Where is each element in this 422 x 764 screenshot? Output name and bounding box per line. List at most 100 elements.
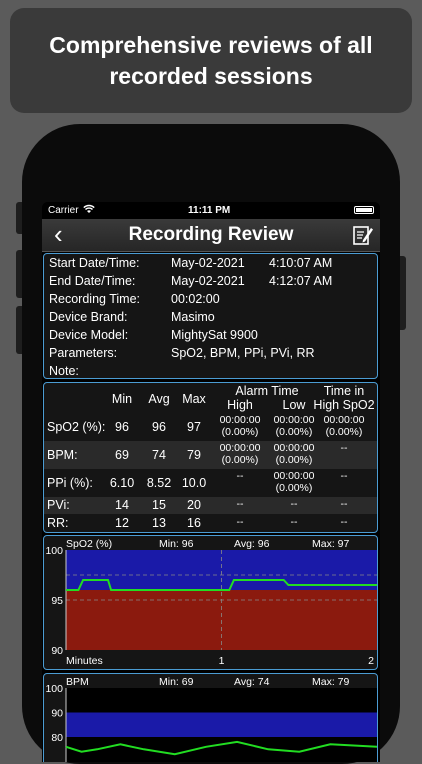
stat-alarm-low-pct: (0.00%)	[275, 426, 313, 438]
stat-alarm-low-pct: (0.00%)	[275, 482, 313, 494]
phone-mute-switch	[16, 202, 22, 234]
chart-max-label: Max: 97	[312, 538, 350, 550]
stat-min: 12	[115, 516, 129, 530]
stats-row: SpO2 (%): 96 96 97 00:00:00 (0.00%) 00:00:00 (0…	[44, 413, 377, 441]
col-min: Min	[111, 392, 133, 406]
chart-avg-label: Avg: 74	[234, 676, 270, 688]
info-key: Start Date/Time:	[49, 256, 140, 270]
alarm-band	[66, 712, 377, 737]
chart-max-label: Max: 79	[312, 676, 350, 688]
info-time: 4:12:07 AM	[269, 274, 333, 288]
col-alarm-time: Alarm Time	[235, 384, 299, 398]
carrier-label: Carrier	[48, 205, 79, 216]
col-avg: Avg	[148, 392, 170, 406]
promo-banner: Comprehensive reviews of all recorded se…	[10, 8, 412, 113]
stat-max: 79	[187, 448, 201, 462]
phone-volume-up	[16, 250, 22, 298]
stat-time-in-high-value: --	[340, 516, 348, 528]
stat-alarm-high-value: --	[236, 470, 244, 482]
stat-alarm-high: --	[212, 498, 268, 510]
stats-label: RR:	[47, 516, 69, 530]
wifi-icon	[83, 204, 95, 217]
stat-alarm-high: --	[212, 516, 268, 528]
app-screen: Carrier 11:11 PM ‹ Recording Review Star…	[42, 202, 380, 762]
stat-max: 10.0	[181, 476, 207, 490]
status-bar: Carrier 11:11 PM	[42, 202, 380, 219]
stats-table: Min Avg Max Alarm Time High Low Time in …	[43, 382, 378, 533]
stat-avg: 8.52	[146, 476, 172, 490]
info-key: Recording Time:	[49, 292, 141, 306]
info-value: MightySat 9900	[171, 328, 258, 342]
info-key: End Date/Time:	[49, 274, 136, 288]
info-key: Note:	[49, 364, 79, 378]
battery-icon	[354, 206, 374, 214]
x-tick-label: 1	[219, 655, 225, 667]
y-tick-label: 80	[51, 732, 63, 744]
stat-alarm-high: 00:00:00 (0.00%)	[212, 414, 268, 438]
y-tick-label: 100	[45, 545, 63, 557]
session-info-panel: Start Date/Time: May-02-2021 4:10:07 AM End…	[43, 253, 378, 379]
stat-alarm-high-pct: (0.00%)	[221, 454, 259, 466]
stat-min: 96	[115, 420, 129, 434]
y-tick-label: 90	[51, 708, 63, 720]
bpm-chart: 100 90 80 BPM Min: 69 Avg: 74 Max: 79	[43, 673, 378, 762]
stats-label: SpO2 (%):	[47, 420, 106, 434]
stat-max: 20	[187, 498, 201, 512]
stat-alarm-high-pct: (0.00%)	[221, 426, 259, 438]
stat-min: 14	[115, 498, 129, 512]
chart-min-label: Min: 69	[159, 676, 194, 688]
stat-max: 97	[187, 420, 201, 434]
stat-avg: 74	[152, 448, 166, 462]
stats-row: PVi: 14 15 20 -- -- --	[44, 497, 377, 514]
edit-note-icon[interactable]	[352, 224, 374, 246]
stat-min: 69	[115, 448, 129, 462]
stat-time-in-high-value: --	[340, 470, 348, 482]
stat-time-in-high: --	[308, 442, 377, 454]
chart-avg-label: Avg: 96	[234, 538, 270, 550]
stat-avg: 96	[152, 420, 166, 434]
x-axis-label: Minutes	[66, 655, 103, 667]
stat-time-in-high: --	[308, 470, 377, 482]
stat-alarm-high-value: 00:00:00	[219, 442, 261, 454]
phone-power-button	[400, 256, 406, 330]
col-alarm-high: High	[227, 398, 253, 412]
status-time: 11:11 PM	[188, 205, 231, 216]
stat-alarm-high-value: 00:00:00	[219, 414, 261, 426]
y-tick-label: 100	[45, 683, 63, 695]
stat-min: 6.10	[109, 476, 135, 490]
info-value: Masimo	[171, 310, 215, 324]
stat-alarm-high: --	[212, 470, 268, 482]
stat-alarm-low-pct: (0.00%)	[275, 454, 313, 466]
stat-time-in-high-value: --	[340, 442, 348, 454]
stat-time-in-high: --	[308, 516, 377, 528]
chart-title: SpO2 (%)	[66, 538, 112, 550]
col-time-in: Time in	[323, 384, 365, 398]
spo2-chart-svg: 100 95 90 SpO2 (%) Min: 96 Avg: 96 Max: 97 Minu…	[45, 538, 377, 667]
nav-bar: ‹ Recording Review	[42, 219, 380, 252]
info-key: Device Model:	[49, 328, 129, 342]
banner-text: Comprehensive reviews of all recorded se…	[49, 31, 373, 89]
stat-alarm-low-value: --	[290, 516, 298, 528]
info-value: SpO2, BPM, PPi, PVi, RR	[171, 346, 315, 360]
phone-volume-down	[16, 306, 22, 354]
chart-title: BPM	[66, 676, 89, 688]
info-value: May-02-2021	[171, 256, 245, 270]
stat-alarm-high-value: --	[236, 498, 244, 510]
stats-row: PPi (%): 6.10 8.52 10.0 -- 00:00:00 (0.00%) --	[44, 469, 377, 497]
stats-label: PVi:	[47, 498, 70, 512]
stats-row: BPM: 69 74 79 00:00:00 (0.00%) 00:00:00 (0.00%)…	[44, 441, 377, 469]
stats-label: PPi (%):	[47, 476, 93, 490]
info-key: Parameters:	[49, 346, 118, 360]
stat-time-in-high: --	[308, 498, 377, 510]
stat-max: 16	[187, 516, 201, 530]
stats-row: RR: 12 13 16 -- -- --	[44, 514, 377, 532]
info-value: 00:02:00	[171, 292, 220, 306]
stat-time-in-high-value: --	[340, 498, 348, 510]
col-max: Max	[182, 392, 206, 406]
stat-avg: 15	[152, 498, 166, 512]
page-title: Recording Review	[128, 224, 294, 245]
stat-time-in-high-value: 00:00:00	[323, 414, 365, 426]
stat-alarm-low-value: --	[290, 498, 298, 510]
y-tick-label: 95	[51, 595, 63, 607]
stats-header-row: Min Avg Max Alarm Time High Low Time in …	[44, 383, 377, 413]
